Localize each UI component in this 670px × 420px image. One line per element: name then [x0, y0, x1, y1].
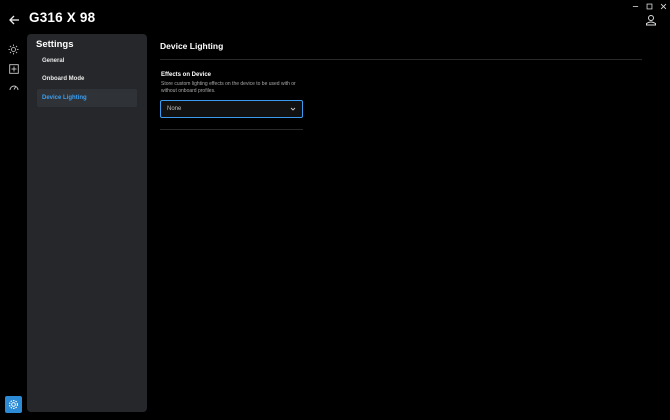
close-icon[interactable] — [656, 0, 670, 12]
sidebar-item-device-lighting[interactable]: Device Lighting — [37, 89, 137, 107]
settings-button[interactable] — [5, 396, 22, 413]
plus-square-icon — [8, 63, 19, 74]
effects-label: Effects on Device — [161, 72, 212, 78]
dropdown-value: None — [167, 106, 182, 112]
account-button[interactable] — [645, 13, 657, 26]
gear-icon — [9, 400, 18, 409]
lighting-nav-button[interactable] — [7, 43, 20, 56]
sidebar-item-onboard-mode[interactable]: Onboard Mode — [37, 70, 137, 88]
effects-description: Store custom lighting effects on the dev… — [161, 81, 296, 94]
header-divider — [160, 59, 642, 60]
arrow-left-icon — [8, 15, 19, 25]
performance-nav-button[interactable] — [7, 80, 20, 93]
effects-dropdown[interactable]: None — [160, 100, 303, 118]
chevron-down-icon — [290, 107, 296, 111]
sidebar-item-general[interactable]: General — [37, 52, 137, 70]
back-button[interactable] — [7, 13, 21, 27]
settings-panel: Settings General Onboard Mode Device Lig… — [27, 34, 147, 412]
device-title: G316 X 98 — [29, 10, 96, 25]
assignments-nav-button[interactable] — [7, 62, 20, 75]
minimize-icon[interactable] — [628, 0, 642, 12]
gauge-icon — [9, 85, 18, 90]
maximize-icon[interactable] — [642, 0, 656, 12]
panel-title: Settings — [36, 39, 74, 50]
window-controls — [628, 0, 670, 12]
person-icon — [646, 15, 656, 26]
sun-icon — [8, 44, 19, 55]
section-divider — [160, 129, 303, 130]
page-title: Device Lighting — [160, 41, 224, 51]
